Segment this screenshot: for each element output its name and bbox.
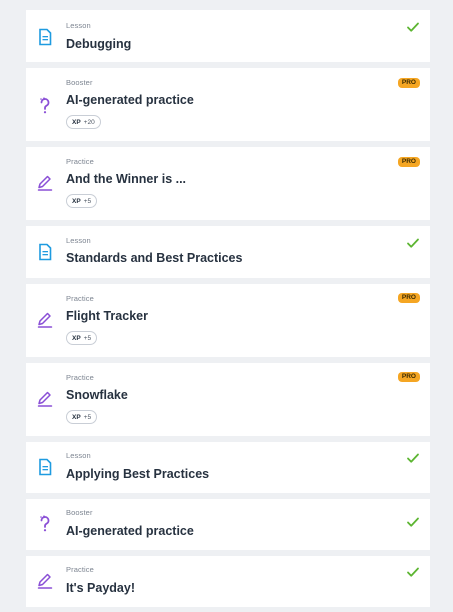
list-item[interactable]: Lesson Applying Best Practices [26,442,430,493]
item-title: And the Winner is ... [66,172,187,186]
item-title: Flight Tracker [66,309,148,323]
item-title: It's Payday! [66,581,135,595]
xp-badge: XP +5 [66,331,98,345]
check-icon [406,515,420,529]
xp-label: XP [72,118,81,126]
list-item[interactable]: Practice Snowflake XP +5 PRO [26,363,430,436]
lesson-list: Lesson Debugging Booster AI-generated pr… [0,0,453,612]
list-item[interactable]: Practice Flight Tracker XP +5 PRO [26,284,430,357]
question-icon [36,515,54,533]
item-kind: Lesson [66,236,91,245]
xp-value: +20 [83,118,95,126]
edit-icon [36,174,54,192]
list-item[interactable]: Practice And the Winner is ... XP +5 PRO [26,147,430,220]
xp-badge: XP +5 [66,410,98,424]
xp-value: +5 [83,334,92,342]
list-item[interactable]: Booster AI-generated practice [26,499,430,550]
item-title: Snowflake [66,388,128,402]
list-item[interactable]: Booster AI-generated practice XP +20 PRO [26,68,430,141]
pro-badge: PRO [397,372,420,382]
item-kind: Booster [66,78,93,87]
item-kind: Practice [66,565,94,574]
item-kind: Lesson [66,451,91,460]
xp-label: XP [72,413,81,421]
item-title: Applying Best Practices [66,467,210,481]
check-icon [406,20,420,34]
xp-value: +5 [83,413,92,421]
item-kind: Practice [66,157,94,166]
edit-icon [36,572,54,590]
pro-badge: PRO [397,78,420,88]
check-icon [406,565,420,579]
check-icon [406,451,420,465]
pro-badge: PRO [397,157,420,167]
xp-badge: XP +20 [66,115,101,129]
pro-badge: PRO [397,293,420,303]
xp-label: XP [72,334,81,342]
list-item[interactable]: Practice It's Payday! [26,556,430,607]
lesson-icon [36,458,54,476]
item-kind: Lesson [66,21,91,30]
edit-icon [36,390,54,408]
lesson-icon [36,28,54,46]
item-kind: Practice [66,373,94,382]
xp-label: XP [72,197,81,205]
xp-value: +5 [83,197,92,205]
xp-badge: XP +5 [66,194,98,208]
item-kind: Booster [66,508,93,517]
check-icon [406,236,420,250]
item-title: Debugging [66,37,132,51]
list-item[interactable]: Lesson Debugging [26,10,430,62]
question-icon [36,97,54,115]
item-kind: Practice [66,294,94,303]
item-title: Standards and Best Practices [66,251,243,265]
list-item[interactable]: Lesson Standards and Best Practices [26,226,430,278]
item-title: AI-generated practice [66,93,194,107]
item-title: AI-generated practice [66,524,194,538]
edit-icon [36,311,54,329]
lesson-icon [36,243,54,261]
